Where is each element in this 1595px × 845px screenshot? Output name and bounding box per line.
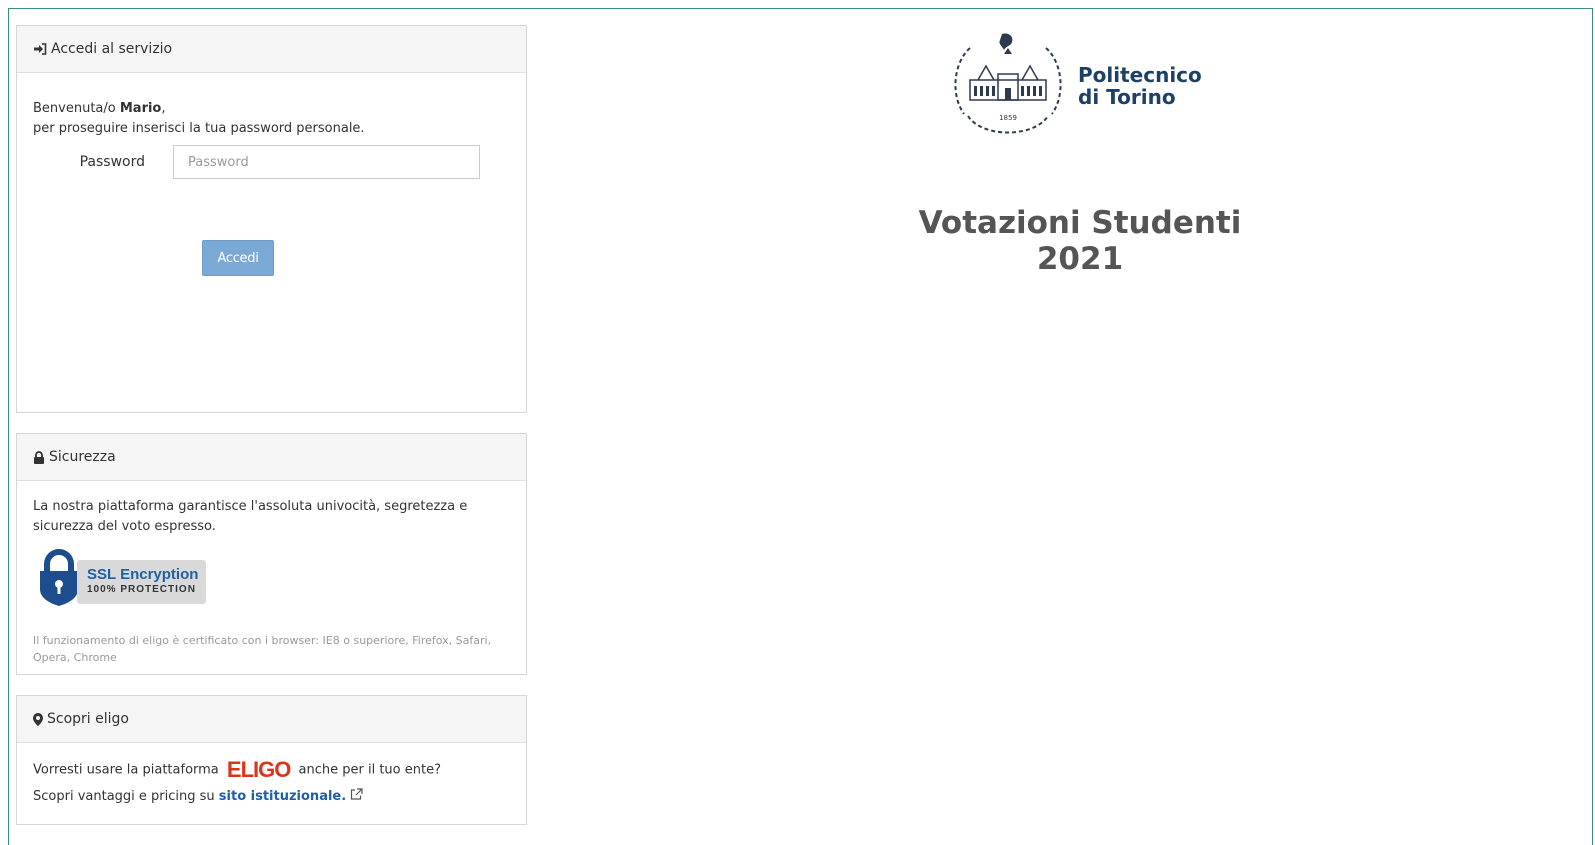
password-label: Password: [79, 154, 145, 170]
login-panel-body: Benvenuta/o Mario, per proseguire inseri…: [17, 73, 526, 195]
external-link-icon[interactable]: [350, 787, 363, 804]
lock-icon: [33, 450, 45, 464]
discover-panel: Scopri eligo Vorresti usare la piattafor…: [16, 695, 527, 825]
ssl-title: SSL Encryption: [87, 566, 199, 583]
login-instruction: per proseguire inserisci la tua password…: [33, 121, 365, 136]
politecnico-seal-icon: 1859: [954, 33, 1062, 134]
welcome-prefix: Benvenuta/o: [33, 101, 120, 116]
discover-panel-header: Scopri eligo: [17, 696, 526, 743]
ssl-lock-icon: [37, 549, 81, 614]
welcome-line: Benvenuta/o Mario,: [33, 99, 510, 119]
ssl-text-box: SSL Encryption 100% PROTECTION: [77, 559, 207, 604]
security-panel-header: Sicurezza: [17, 434, 526, 481]
browser-note: Il funzionamento di eligo è certificato …: [33, 634, 492, 664]
password-input[interactable]: [173, 145, 480, 179]
ssl-subtitle: 100% PROTECTION: [87, 584, 196, 595]
user-name: Mario: [119, 101, 162, 116]
page-title: Votazioni Studenti 2021: [918, 205, 1242, 277]
discover-line1-prefix: Vorresti usare la piattaforma: [33, 762, 219, 778]
discover-line-1: Vorresti usare la piattaforma ELIGO anch…: [33, 757, 510, 784]
eligo-logo: ELIGO: [226, 757, 291, 782]
security-panel: Sicurezza La nostra piattaforma garantis…: [16, 433, 527, 675]
sito-istituzionale-link[interactable]: sito istituzionale.: [219, 789, 346, 804]
discover-panel-body: Vorresti usare la piattaforma ELIGO anch…: [17, 743, 526, 826]
map-marker-icon: [33, 712, 43, 726]
ssl-badge: SSL Encryption 100% PROTECTION: [37, 549, 510, 614]
welcome-suffix: ,: [161, 101, 166, 116]
password-row: Password: [33, 145, 510, 179]
sign-in-icon: [33, 43, 47, 55]
discover-line2-prefix: Scopri vantaggi e pricing su: [33, 788, 215, 804]
security-panel-title: Sicurezza: [49, 449, 116, 465]
institution-name: Politecnico di Torino: [1078, 64, 1202, 108]
discover-panel-title: Scopri eligo: [47, 711, 129, 727]
login-panel: Accedi al servizio Benvenuta/o Mario, pe…: [16, 25, 527, 413]
login-panel-title: Accedi al servizio: [51, 41, 173, 57]
seal-year: 1859: [999, 114, 1017, 122]
accedi-button[interactable]: Accedi: [202, 240, 274, 276]
institution-name-line2: di Torino: [1078, 85, 1176, 109]
security-panel-body: La nostra piattaforma garantisce l'assol…: [17, 481, 526, 682]
discover-line1-suffix: anche per il tuo ente?: [298, 762, 441, 778]
institution-logo: 1859 Politecnico di Torino: [948, 30, 1202, 142]
institution-name-line1: Politecnico: [1078, 63, 1202, 87]
security-text: La nostra piattaforma garantisce l'assol…: [33, 499, 468, 534]
login-panel-header: Accedi al servizio: [17, 26, 526, 73]
discover-line-2: Scopri vantaggi e pricing su sito istitu…: [33, 784, 510, 810]
